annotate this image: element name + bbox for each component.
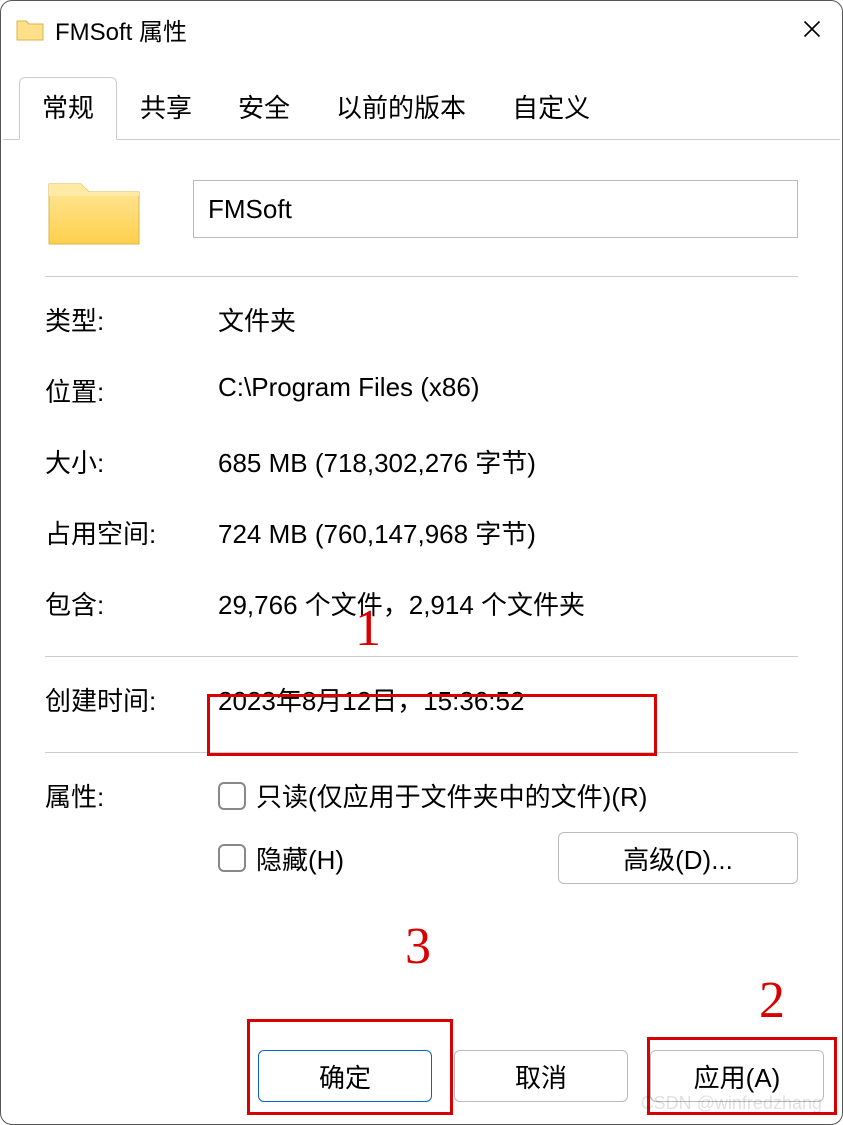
size-on-disk-value: 724 MB (760,147,968 字节) [218, 514, 798, 551]
type-value: 文件夹 [218, 301, 798, 338]
readonly-checkbox-row[interactable]: 只读(仅应用于文件夹中的文件)(R) [218, 777, 798, 814]
properties-dialog: FMSoft 属性 常规 共享 安全 以前的版本 自定义 [0, 0, 843, 1125]
contains-value: 29,766 个文件，2,914 个文件夹 [218, 585, 798, 622]
readonly-checkbox[interactable] [218, 782, 246, 810]
hidden-label: 隐藏(H) [256, 840, 344, 877]
size-value: 685 MB (718,302,276 字节) [218, 443, 798, 480]
divider [45, 276, 798, 277]
titlebar: FMSoft 属性 [1, 1, 842, 57]
hidden-checkbox[interactable] [218, 844, 246, 872]
folder-large-icon [45, 170, 143, 248]
type-label: 类型: [45, 301, 218, 338]
tab-general[interactable]: 常规 [19, 77, 117, 140]
window-title: FMSoft 属性 [55, 12, 792, 47]
tab-customize[interactable]: 自定义 [489, 77, 613, 139]
apply-button[interactable]: 应用(A) [650, 1050, 824, 1102]
dialog-footer: 确定 取消 应用(A) [19, 1050, 824, 1102]
created-label: 创建时间: [45, 681, 218, 718]
advanced-button[interactable]: 高级(D)... [558, 832, 798, 884]
hidden-checkbox-row[interactable]: 隐藏(H) [218, 840, 344, 877]
location-value: C:\Program Files (x86) [218, 372, 798, 403]
readonly-label: 只读(仅应用于文件夹中的文件)(R) [256, 777, 647, 814]
folder-name-input[interactable] [193, 180, 798, 238]
divider [45, 752, 798, 753]
size-on-disk-label: 占用空间: [45, 514, 218, 551]
tab-panel-general: 类型: 文件夹 位置: C:\Program Files (x86) 大小: 6… [3, 139, 840, 1124]
attributes-label: 属性: [45, 777, 218, 814]
created-value: 2023年8月12日，15:36:52 [218, 681, 798, 718]
close-icon [802, 19, 822, 39]
divider [45, 656, 798, 657]
location-label: 位置: [45, 372, 218, 409]
ok-button[interactable]: 确定 [258, 1050, 432, 1102]
cancel-button[interactable]: 取消 [454, 1050, 628, 1102]
tab-sharing[interactable]: 共享 [117, 77, 215, 139]
tab-strip: 常规 共享 安全 以前的版本 自定义 [1, 57, 842, 139]
contains-label: 包含: [45, 585, 218, 622]
tab-security[interactable]: 安全 [215, 77, 313, 139]
close-button[interactable] [792, 9, 832, 49]
folder-icon [15, 14, 45, 44]
size-label: 大小: [45, 443, 218, 480]
tab-previous-versions[interactable]: 以前的版本 [313, 77, 489, 139]
